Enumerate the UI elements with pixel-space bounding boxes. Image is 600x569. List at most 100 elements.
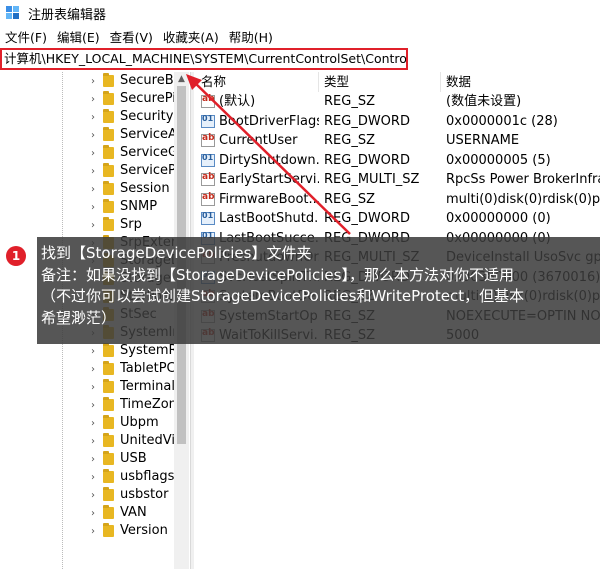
tree-item[interactable]: › TimeZon [0, 396, 190, 414]
value-row[interactable]: DirtyShutdown... REG_DWORD 0x00000005 (5) [195, 151, 600, 171]
regedit-icon [6, 6, 20, 20]
chevron-right-icon[interactable]: › [88, 90, 98, 108]
chevron-right-icon[interactable]: › [88, 216, 98, 234]
value-data: USERNAME [446, 133, 520, 148]
chevron-right-icon[interactable]: › [88, 468, 98, 486]
value-type: REG_DWORD [324, 152, 410, 168]
chevron-right-icon[interactable]: › [88, 144, 98, 162]
dword-value-icon [201, 114, 215, 128]
value-name: BootDriverFlags [219, 113, 319, 129]
value-row[interactable]: FirmwareBoot... REG_SZ multi(0)disk(0)rdis… [195, 190, 600, 210]
title-bar: 注册表编辑器 [0, 0, 600, 26]
folder-icon [103, 523, 114, 537]
tree-item[interactable]: › VAN [0, 504, 190, 522]
tree-item[interactable]: › Terminal [0, 378, 190, 396]
folder-icon [103, 199, 114, 213]
tree-item-label: VAN [120, 505, 147, 520]
value-data: 0x00000005 (5) [446, 152, 551, 168]
tree-item[interactable]: › USB [0, 450, 190, 468]
value-data: RpcSs Power BrokerInfrast [446, 172, 600, 187]
tree-item-label: usbflags [120, 469, 174, 484]
tree-item-label: SystemR [120, 343, 174, 358]
chevron-right-icon[interactable]: › [88, 450, 98, 468]
scroll-up-icon[interactable]: ▲ [174, 72, 189, 86]
value-data: multi(0)disk(0)rdisk(0)part [446, 191, 600, 207]
column-header-type[interactable]: 类型 [324, 72, 349, 92]
value-name: EarlyStartServi... [219, 172, 319, 187]
window-title: 注册表编辑器 [28, 7, 107, 23]
tree-item-label: usbstor [120, 487, 169, 502]
step-badge: 1 [6, 246, 26, 266]
folder-icon [103, 487, 114, 501]
tree-item-label: Version [120, 523, 168, 538]
value-row[interactable]: LastBootShutd... REG_DWORD 0x00000000 (0) [195, 209, 600, 229]
column-header-name[interactable]: 名称 [201, 72, 226, 92]
folder-icon [103, 91, 114, 105]
value-row[interactable]: EarlyStartServi... REG_MULTI_SZ RpcSs Powe… [195, 170, 600, 190]
tree-item[interactable]: › SecurityP [0, 108, 190, 126]
chevron-right-icon[interactable]: › [88, 342, 98, 360]
tree-item[interactable]: › usbflags [0, 468, 190, 486]
tree-item-label: SecurityP [120, 109, 174, 124]
chevron-right-icon[interactable]: › [88, 72, 98, 90]
tree-item[interactable]: › ServiceP [0, 162, 190, 180]
address-bar[interactable]: 计算机\HKEY_LOCAL_MACHINE\SYSTEM\CurrentCon… [0, 48, 408, 70]
tree-item-label: TabletPC [120, 361, 174, 376]
tree-item[interactable]: › SecureBo [0, 72, 190, 90]
menu-view[interactable]: 查看(V) [105, 27, 158, 49]
tree-item[interactable]: › usbstor [0, 486, 190, 504]
chevron-right-icon[interactable]: › [88, 522, 98, 540]
value-data: (数值未设置) [446, 94, 522, 109]
annotation-line: 希望渺茫） [41, 308, 117, 327]
folder-icon [103, 379, 114, 393]
column-header-data[interactable]: 数据 [446, 72, 471, 92]
chevron-right-icon[interactable]: › [88, 126, 98, 144]
value-row[interactable]: BootDriverFlags REG_DWORD 0x0000001c (28) [195, 112, 600, 132]
tree-item[interactable]: › SecurePi [0, 90, 190, 108]
value-name: (默认) [219, 94, 256, 109]
tree-item[interactable]: › TabletPC [0, 360, 190, 378]
tree-item[interactable]: › ServiceA [0, 126, 190, 144]
value-row[interactable]: CurrentUser REG_SZ USERNAME [195, 131, 600, 151]
tree-item[interactable]: › Srp [0, 216, 190, 234]
folder-icon [103, 361, 114, 375]
tree-item[interactable]: › SystemR [0, 342, 190, 360]
chevron-right-icon[interactable]: › [88, 378, 98, 396]
column-divider[interactable] [318, 72, 319, 92]
menu-edit[interactable]: 编辑(E) [52, 27, 105, 49]
value-type: REG_SZ [324, 191, 375, 207]
menu-bar: 文件(F) 编辑(E) 查看(V) 收藏夹(A) 帮助(H) [0, 27, 600, 49]
value-name: FirmwareBoot... [219, 191, 319, 207]
tree-item-label: TimeZon [120, 397, 174, 412]
chevron-right-icon[interactable]: › [88, 162, 98, 180]
chevron-right-icon[interactable]: › [88, 504, 98, 522]
chevron-right-icon[interactable]: › [88, 396, 98, 414]
tree-item[interactable]: › Version [0, 522, 190, 540]
value-name: LastBootShutd... [219, 211, 319, 226]
chevron-right-icon[interactable]: › [88, 414, 98, 432]
tree-item[interactable]: › UnitedVi [0, 432, 190, 450]
chevron-right-icon[interactable]: › [88, 180, 98, 198]
chevron-right-icon[interactable]: › [88, 360, 98, 378]
folder-icon [103, 505, 114, 519]
folder-icon [103, 73, 114, 87]
column-divider[interactable] [440, 72, 441, 92]
chevron-right-icon[interactable]: › [88, 108, 98, 126]
chevron-right-icon[interactable]: › [88, 486, 98, 504]
chevron-right-icon[interactable]: › [88, 198, 98, 216]
tree-item[interactable]: › ServiceG [0, 144, 190, 162]
menu-favorites[interactable]: 收藏夹(A) [158, 27, 224, 49]
tree-item[interactable]: › Ubpm [0, 414, 190, 432]
chevron-right-icon[interactable]: › [88, 432, 98, 450]
value-row[interactable]: (默认) REG_SZ (数值未设置) [195, 92, 600, 112]
tree-item[interactable]: › SNMP [0, 198, 190, 216]
menu-help[interactable]: 帮助(H) [224, 27, 278, 49]
folder-icon [103, 397, 114, 411]
tree-item-label: Srp [120, 217, 142, 232]
tree-item-label: Session M [120, 181, 174, 196]
tree-item[interactable]: › Session M [0, 180, 190, 198]
tree-item-label: UnitedVi [120, 433, 174, 448]
menu-file[interactable]: 文件(F) [0, 27, 52, 49]
tree-item-label: USB [120, 451, 147, 466]
folder-icon [103, 343, 114, 357]
